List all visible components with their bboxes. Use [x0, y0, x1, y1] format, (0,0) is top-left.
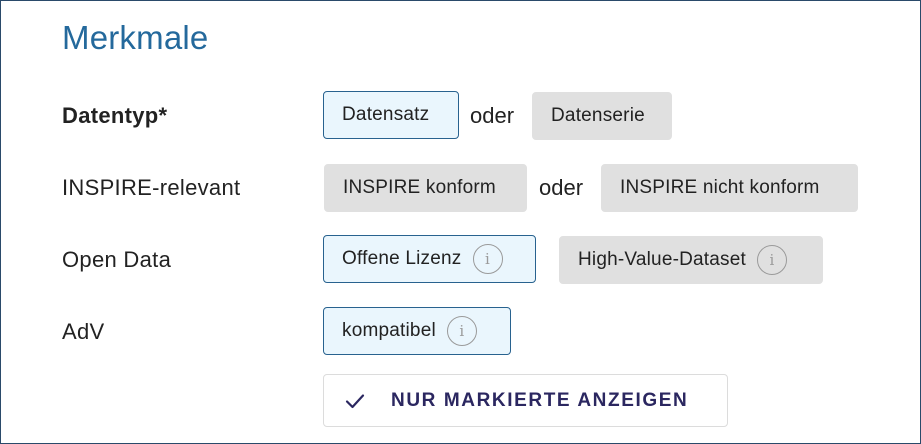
datentyp-label: Datentyp* [62, 103, 168, 128]
high-value-dataset-chip[interactable]: High-Value-Dataset i [559, 236, 823, 284]
datentyp-separator: oder [470, 103, 515, 128]
inspire-separator: oder [539, 175, 584, 200]
info-icon[interactable]: i [472, 244, 503, 274]
inspire-label: INSPIRE-relevant [62, 175, 241, 200]
open-data-label: Open Data [62, 247, 172, 272]
show-marked-only-label: NUR MARKIERTE ANZEIGEN [391, 389, 689, 411]
kompatibel-chip-label: kompatibel [342, 320, 436, 341]
datenserie-chip[interactable]: Datenserie [532, 92, 672, 140]
adv-label: AdV [62, 319, 105, 344]
check-icon [344, 390, 366, 412]
high-value-dataset-chip-label: High-Value-Dataset [578, 249, 746, 270]
inspire-nicht-konform-chip-label: INSPIRE nicht konform [620, 177, 820, 198]
inspire-konform-chip-label: INSPIRE konform [343, 177, 496, 198]
datensatz-chip-label: Datensatz [342, 104, 430, 125]
inspire-nicht-konform-chip[interactable]: INSPIRE nicht konform [601, 164, 858, 212]
show-marked-only-button[interactable]: NUR MARKIERTE ANZEIGEN [323, 374, 728, 427]
info-icon[interactable]: i [446, 316, 477, 346]
offene-lizenz-chip[interactable]: Offene Lizenz i [323, 235, 536, 283]
datenserie-chip-label: Datenserie [551, 105, 645, 126]
info-icon[interactable]: i [757, 245, 787, 275]
offene-lizenz-chip-label: Offene Lizenz [342, 248, 462, 269]
features-panel: Merkmale Datentyp* Datensatz oder Datens… [0, 0, 921, 444]
inspire-konform-chip[interactable]: INSPIRE konform [324, 164, 527, 212]
section-title: Merkmale [62, 19, 209, 56]
kompatibel-chip[interactable]: kompatibel i [323, 307, 511, 355]
datensatz-chip[interactable]: Datensatz [323, 91, 459, 139]
